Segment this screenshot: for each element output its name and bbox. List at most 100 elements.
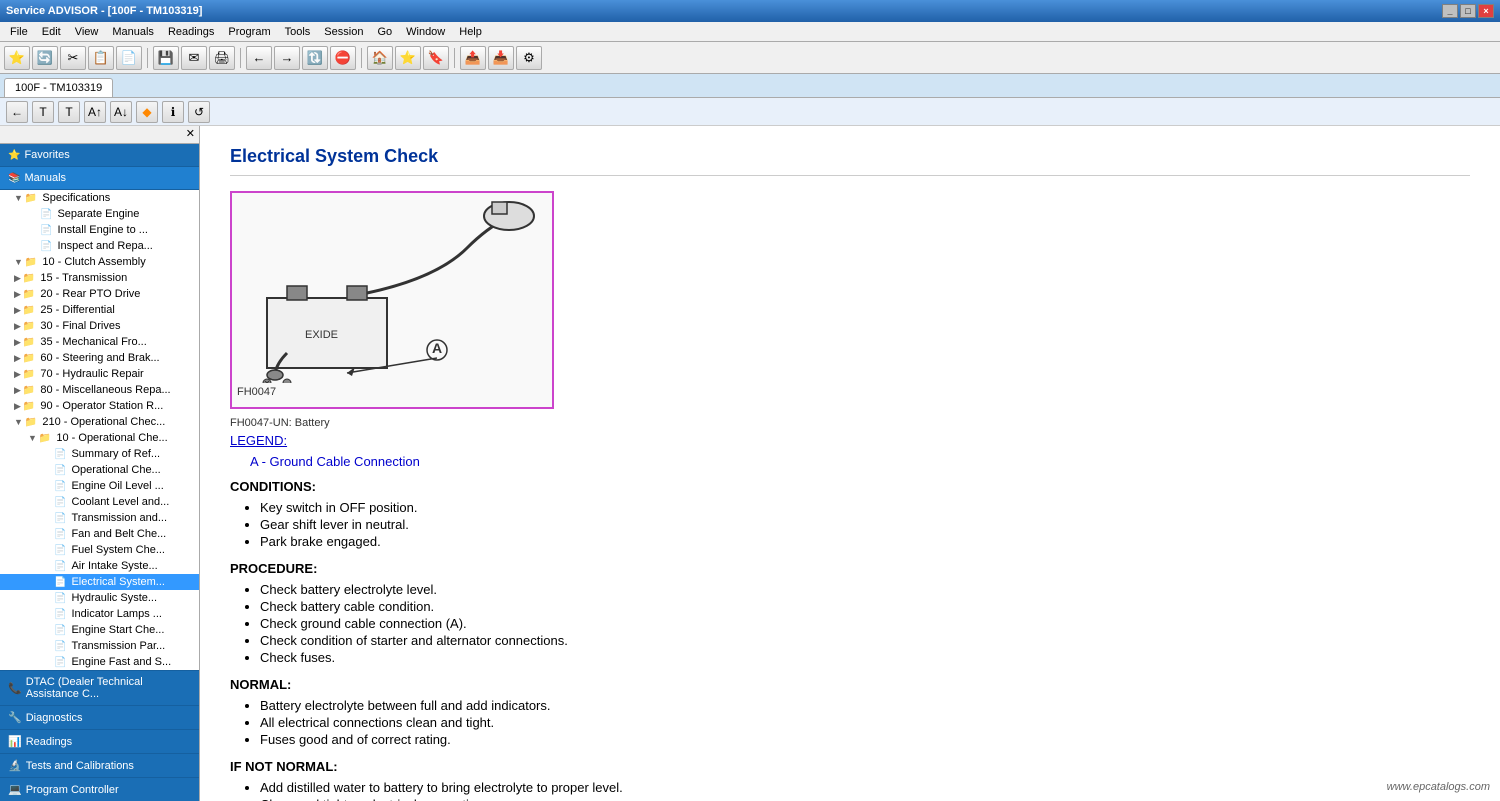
toolbar-btn-9[interactable]: ←	[246, 46, 272, 70]
sec-btn-az-up[interactable]: A↑	[84, 101, 106, 123]
panel-close-button[interactable]: ✕	[183, 127, 198, 142]
tree-node-icon: 📁	[39, 433, 51, 444]
tree-item[interactable]: ▶📁20 - Rear PTO Drive	[0, 286, 199, 302]
tree-item[interactable]: ▶📁15 - Transmission	[0, 270, 199, 286]
secondary-toolbar: ← T T A↑ A↓ ◆ ℹ ↺	[0, 98, 1500, 126]
toolbar-btn-17[interactable]: 📥	[488, 46, 514, 70]
toolbar-btn-4[interactable]: 📋	[88, 46, 114, 70]
toolbar-sep-3	[361, 48, 362, 68]
tree-item-label: 90 - Operator Station R...	[40, 400, 163, 412]
tree-item[interactable]: ▶📁70 - Hydraulic Repair	[0, 366, 199, 382]
menu-readings[interactable]: Readings	[162, 24, 220, 40]
diagram-box: EXIDE A	[230, 191, 554, 409]
tree-node-icon: 📁	[25, 257, 37, 268]
menu-edit[interactable]: Edit	[36, 24, 67, 40]
sec-btn-diamond[interactable]: ◆	[136, 101, 158, 123]
tree-item[interactable]: 📄Fuel System Che...	[0, 542, 199, 558]
sec-btn-back[interactable]: ←	[6, 101, 28, 123]
tree-node-icon: 📄	[54, 657, 66, 668]
tree-node-icon: 📄	[54, 513, 66, 524]
tree-item[interactable]: ▼📁210 - Operational Chec...	[0, 414, 199, 430]
tree-item[interactable]: 📄Operational Che...	[0, 462, 199, 478]
toolbar-btn-12[interactable]: ⛔	[330, 46, 356, 70]
tree-item[interactable]: ▶📁25 - Differential	[0, 302, 199, 318]
tree-item[interactable]: 📄Electrical System...	[0, 574, 199, 590]
sec-btn-text2[interactable]: T	[58, 101, 80, 123]
sec-btn-az-down[interactable]: A↓	[110, 101, 132, 123]
tree-expand-icon: ▶	[14, 401, 21, 412]
tree-item[interactable]: 📄Summary of Ref...	[0, 446, 199, 462]
tree-item[interactable]: ▼📁10 - Operational Che...	[0, 430, 199, 446]
toolbar-btn-3[interactable]: ✂	[60, 46, 86, 70]
menu-help[interactable]: Help	[453, 24, 488, 40]
tab-bar: 100F - TM103319	[0, 74, 1500, 98]
bottom-tab-program[interactable]: 💻 Program Controller	[0, 777, 199, 801]
menu-file[interactable]: File	[4, 24, 34, 40]
toolbar-btn-8[interactable]: 🖨	[209, 46, 235, 70]
panel-tab-manuals[interactable]: 📚 Manuals	[0, 167, 199, 190]
menu-program[interactable]: Program	[222, 24, 276, 40]
program-label: Program Controller	[26, 784, 119, 796]
tree-item[interactable]: 📄Hydraulic Syste...	[0, 590, 199, 606]
document-tab[interactable]: 100F - TM103319	[4, 78, 113, 97]
tree-item[interactable]: 📄Coolant Level and...	[0, 494, 199, 510]
toolbar-btn-1[interactable]: ⭐	[4, 46, 30, 70]
window-controls[interactable]: _ □ ×	[1442, 4, 1494, 18]
menu-manuals[interactable]: Manuals	[106, 24, 160, 40]
minimize-button[interactable]: _	[1442, 4, 1458, 18]
menu-session[interactable]: Session	[318, 24, 369, 40]
svg-text:EXIDE: EXIDE	[305, 329, 338, 341]
maximize-button[interactable]: □	[1460, 4, 1476, 18]
tree-item[interactable]: ▶📁90 - Operator Station R...	[0, 398, 199, 414]
toolbar-btn-2[interactable]: 🔄	[32, 46, 58, 70]
sec-btn-info[interactable]: ℹ	[162, 101, 184, 123]
tree-item[interactable]: 📄Install Engine to ...	[0, 222, 199, 238]
tree-expand-icon: ▶	[14, 289, 21, 300]
menu-tools[interactable]: Tools	[279, 24, 317, 40]
tree-item[interactable]: 📄Transmission Par...	[0, 638, 199, 654]
sec-btn-text1[interactable]: T	[32, 101, 54, 123]
tree-item[interactable]: 📄Separate Engine	[0, 206, 199, 222]
tree-node-icon: 📄	[54, 593, 66, 604]
bottom-tab-readings[interactable]: 📊 Readings	[0, 729, 199, 753]
menu-view[interactable]: View	[69, 24, 105, 40]
tree-item[interactable]: 📄 Transmission and...	[0, 510, 199, 526]
toolbar-btn-5[interactable]: 📄	[116, 46, 142, 70]
tree-item[interactable]: ▶📁35 - Mechanical Fro...	[0, 334, 199, 350]
tree-item[interactable]: 📄Engine Fast and S...	[0, 654, 199, 670]
menu-go[interactable]: Go	[371, 24, 398, 40]
toolbar-btn-7[interactable]: ✉	[181, 46, 207, 70]
toolbar-btn-13[interactable]: 🏠	[367, 46, 393, 70]
sec-btn-refresh[interactable]: ↺	[188, 101, 210, 123]
panel-tab-favorites[interactable]: ⭐ Favorites	[0, 144, 199, 167]
bottom-tab-dtac[interactable]: 📞 DTAC (Dealer Technical Assistance C...	[0, 670, 199, 705]
menu-window[interactable]: Window	[400, 24, 451, 40]
normal-heading: NORMAL:	[230, 677, 1470, 692]
tree-item[interactable]: 📄Engine Start Che...	[0, 622, 199, 638]
legend-heading[interactable]: LEGEND:	[230, 433, 1470, 448]
toolbar-btn-16[interactable]: 📤	[460, 46, 486, 70]
bottom-tab-diagnostics[interactable]: 🔧 Diagnostics	[0, 705, 199, 729]
tree-item[interactable]: 📄Engine Oil Level ...	[0, 478, 199, 494]
tree-item[interactable]: 📄Indicator Lamps ...	[0, 606, 199, 622]
tree-node-icon: 📄	[54, 641, 66, 652]
tree-item[interactable]: ▶📁80 - Miscellaneous Repa...	[0, 382, 199, 398]
tree-item-label: Transmission and...	[71, 512, 167, 524]
manuals-icon: 📚	[8, 173, 20, 184]
tree-item[interactable]: ▶📁60 - Steering and Brak...	[0, 350, 199, 366]
tree-item[interactable]: 📄Air Intake Syste...	[0, 558, 199, 574]
toolbar-btn-6[interactable]: 💾	[153, 46, 179, 70]
toolbar-btn-14[interactable]: ⭐	[395, 46, 421, 70]
toolbar-btn-11[interactable]: 🔃	[302, 46, 328, 70]
tree-item[interactable]: ▶📁30 - Final Drives	[0, 318, 199, 334]
bottom-tab-tests[interactable]: 🔬 Tests and Calibrations	[0, 753, 199, 777]
toolbar-btn-15[interactable]: 🔖	[423, 46, 449, 70]
toolbar-btn-10[interactable]: →	[274, 46, 300, 70]
tree-item[interactable]: 📄Fan and Belt Che...	[0, 526, 199, 542]
close-button[interactable]: ×	[1478, 4, 1494, 18]
tree-item[interactable]: ▼📁10 - Clutch Assembly	[0, 254, 199, 270]
tree-item[interactable]: ▼📁Specifications	[0, 190, 199, 206]
toolbar-btn-18[interactable]: ⚙	[516, 46, 542, 70]
dtac-icon: 📞	[8, 682, 22, 695]
tree-item[interactable]: 📄Inspect and Repa...	[0, 238, 199, 254]
